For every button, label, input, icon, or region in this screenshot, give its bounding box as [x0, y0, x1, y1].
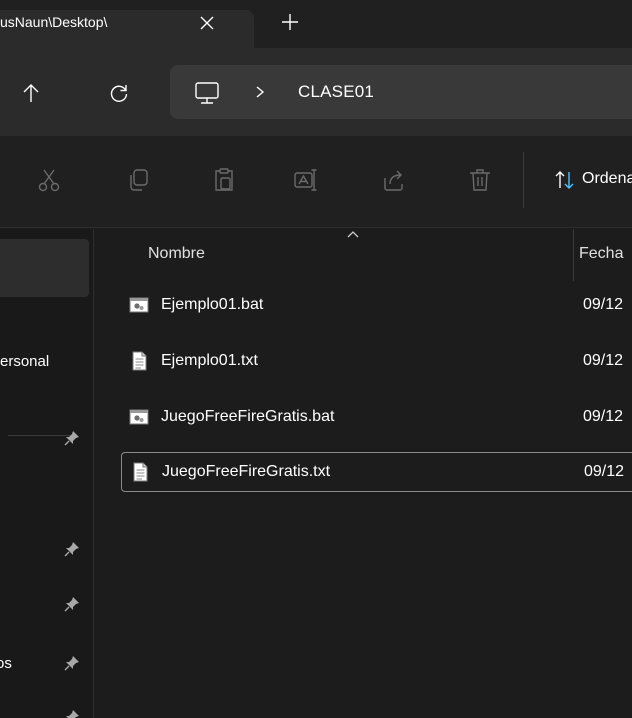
nav-item-selected[interactable]	[0, 239, 89, 297]
close-icon[interactable]	[198, 14, 216, 32]
column-header: Nombre Fecha	[95, 229, 632, 281]
new-tab-icon[interactable]	[280, 12, 300, 32]
file-row-focused[interactable]: JuegoFreeFireGratis.txt 09/12	[121, 452, 632, 492]
batch-file-icon	[129, 409, 149, 425]
file-date: 09/12	[584, 463, 625, 480]
rename-icon[interactable]	[292, 166, 320, 194]
sort-ascending-icon	[347, 231, 359, 238]
pin-icon[interactable]	[62, 539, 82, 559]
column-header-name[interactable]: Nombre	[148, 245, 205, 263]
up-arrow-icon[interactable]	[20, 82, 42, 104]
sort-icon[interactable]	[553, 168, 577, 192]
file-name: Ejemplo01.txt	[161, 352, 258, 369]
pin-icon[interactable]	[62, 428, 82, 448]
file-row[interactable]: Ejemplo01.txt 09/12	[121, 342, 632, 382]
share-icon[interactable]	[380, 166, 408, 194]
text-file-icon	[132, 351, 147, 371]
cut-icon[interactable]	[35, 166, 63, 194]
pin-icon[interactable]	[62, 707, 82, 718]
file-row[interactable]: Ejemplo01.bat 09/12	[121, 286, 632, 326]
file-date: 09/12	[583, 296, 624, 313]
command-bar: Ordenar	[0, 136, 632, 228]
file-name: Ejemplo01.bat	[161, 296, 264, 313]
refresh-icon[interactable]	[108, 82, 130, 104]
tab-strip: usNaun\Desktop\	[0, 0, 632, 48]
nav-item-documents[interactable]: os	[0, 655, 12, 672]
tab-title: usNaun\Desktop\	[0, 14, 108, 30]
pin-icon[interactable]	[62, 653, 82, 673]
column-separator[interactable]	[573, 229, 574, 281]
file-name: JuegoFreeFireGratis.bat	[161, 408, 335, 425]
column-header-date[interactable]: Fecha	[579, 245, 623, 263]
file-row[interactable]: JuegoFreeFireGratis.bat 09/12	[121, 398, 632, 438]
nav-item-personal[interactable]: Personal	[0, 353, 93, 370]
copy-icon[interactable]	[125, 166, 153, 194]
file-date: 09/12	[583, 408, 624, 425]
navigation-pane: Personal os	[0, 229, 94, 718]
paste-icon[interactable]	[210, 166, 238, 194]
this-pc-icon	[195, 82, 219, 104]
delete-icon[interactable]	[466, 166, 494, 194]
file-name: JuegoFreeFireGratis.txt	[162, 463, 331, 480]
file-list: Nombre Fecha Ejemplo01.bat 09/12 Ejemplo…	[95, 229, 632, 718]
chevron-right-icon[interactable]	[254, 83, 266, 101]
text-file-icon	[133, 462, 148, 482]
tab-desktop[interactable]: usNaun\Desktop\	[0, 10, 254, 48]
command-separator	[523, 152, 524, 208]
sort-button[interactable]: Ordenar	[582, 170, 632, 188]
batch-file-icon	[129, 297, 149, 313]
address-row: CLASE01	[0, 48, 632, 136]
file-date: 09/12	[583, 352, 624, 369]
pin-icon[interactable]	[62, 594, 82, 614]
address-bar[interactable]: CLASE01	[170, 65, 632, 119]
breadcrumb-current[interactable]: CLASE01	[298, 82, 374, 102]
